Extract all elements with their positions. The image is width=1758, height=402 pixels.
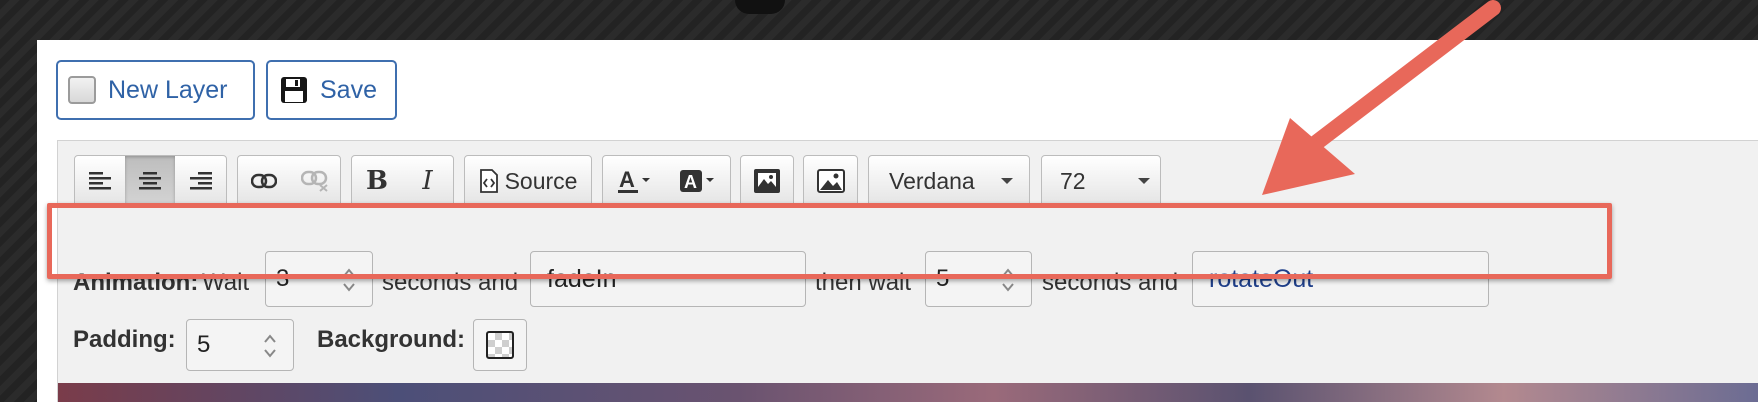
unlink-icon xyxy=(300,170,328,192)
link-group xyxy=(237,155,341,207)
wait-seconds-value: 3 xyxy=(276,265,290,292)
spinner-arrows-icon[interactable] xyxy=(1001,266,1015,294)
chevron-down-icon xyxy=(1001,178,1013,184)
italic-button[interactable]: I xyxy=(402,156,453,206)
seconds-and-label: seconds and xyxy=(382,269,519,296)
font-family-value: Verdana xyxy=(889,167,975,194)
link-icon xyxy=(250,173,277,189)
padding-label: Padding: xyxy=(73,326,176,353)
text-editor: B I Source A A Verdana 72 Animation: Wai… xyxy=(57,140,1758,402)
animation-label: Animation: xyxy=(73,269,199,296)
align-center-button[interactable] xyxy=(125,156,175,206)
color-group: A A xyxy=(602,155,731,207)
source-code-icon xyxy=(479,169,498,193)
top-edge-shape xyxy=(735,0,785,14)
alignment-group xyxy=(74,155,227,207)
image-icon xyxy=(816,169,845,193)
align-left-icon xyxy=(89,172,111,190)
image-preview-strip xyxy=(58,383,1758,402)
bold-icon: B xyxy=(366,166,388,196)
first-effect-select[interactable]: fadeIn xyxy=(530,251,806,307)
padding-value: 5 xyxy=(197,331,211,358)
second-effect-select[interactable]: rotateOut xyxy=(1192,251,1489,307)
source-label: Source xyxy=(504,167,578,194)
second-effect-value: rotateOut xyxy=(1209,264,1314,293)
font-size-value: 72 xyxy=(1060,167,1086,194)
spinner-arrows-icon[interactable] xyxy=(263,332,277,360)
seconds-and-label-2: seconds and xyxy=(1042,269,1179,296)
layer-icon xyxy=(68,76,96,104)
background-color-icon: A xyxy=(680,170,714,192)
font-family-select[interactable]: Verdana xyxy=(868,155,1030,207)
align-center-icon xyxy=(139,172,161,190)
background-label: Background: xyxy=(317,326,466,353)
unlink-button[interactable] xyxy=(289,156,340,206)
save-label: Save xyxy=(320,75,377,104)
source-button[interactable]: Source xyxy=(465,156,591,206)
floppy-disk-icon xyxy=(281,77,307,103)
image-settings-button[interactable] xyxy=(741,156,793,206)
wait-seconds-input[interactable]: 3 xyxy=(265,251,373,307)
svg-text:A: A xyxy=(619,167,635,192)
font-size-select[interactable]: 72 xyxy=(1041,155,1161,207)
layer-editor-panel: New Layer Save B I Source A A Verdana 72… xyxy=(37,40,1758,402)
text-color-button[interactable]: A xyxy=(603,156,666,206)
image-group xyxy=(803,155,858,207)
background-color-button[interactable]: A xyxy=(666,156,730,206)
animation-row: Animation: Wait 3 seconds and fadeIn the… xyxy=(58,243,1758,323)
chevron-down-icon xyxy=(1138,178,1150,184)
align-right-button[interactable] xyxy=(175,156,226,206)
insert-image-button[interactable] xyxy=(804,156,857,206)
new-layer-button[interactable]: New Layer xyxy=(56,60,255,120)
italic-icon: I xyxy=(422,166,433,196)
then-seconds-value: 5 xyxy=(936,265,950,292)
spinner-arrows-icon[interactable] xyxy=(342,266,356,294)
save-button[interactable]: Save xyxy=(266,60,397,120)
source-group: Source xyxy=(464,155,592,207)
background-color-picker[interactable] xyxy=(473,319,527,371)
then-wait-label: then wait xyxy=(815,269,912,296)
first-effect-value: fadeIn xyxy=(547,264,617,293)
text-color-icon: A xyxy=(617,167,650,193)
padding-input[interactable]: 5 xyxy=(186,319,294,371)
new-layer-label: New Layer xyxy=(108,75,228,104)
wait-label: Wait xyxy=(202,269,250,296)
align-left-button[interactable] xyxy=(75,156,125,206)
link-button[interactable] xyxy=(238,156,289,206)
transparent-swatch-icon xyxy=(486,331,514,359)
image-settings-group xyxy=(740,155,794,207)
image-settings-icon xyxy=(754,169,780,193)
bold-button[interactable]: B xyxy=(352,156,402,206)
svg-text:A: A xyxy=(684,172,697,192)
then-seconds-input[interactable]: 5 xyxy=(925,251,1032,307)
align-right-icon xyxy=(189,172,212,190)
format-group: B I xyxy=(351,155,454,207)
